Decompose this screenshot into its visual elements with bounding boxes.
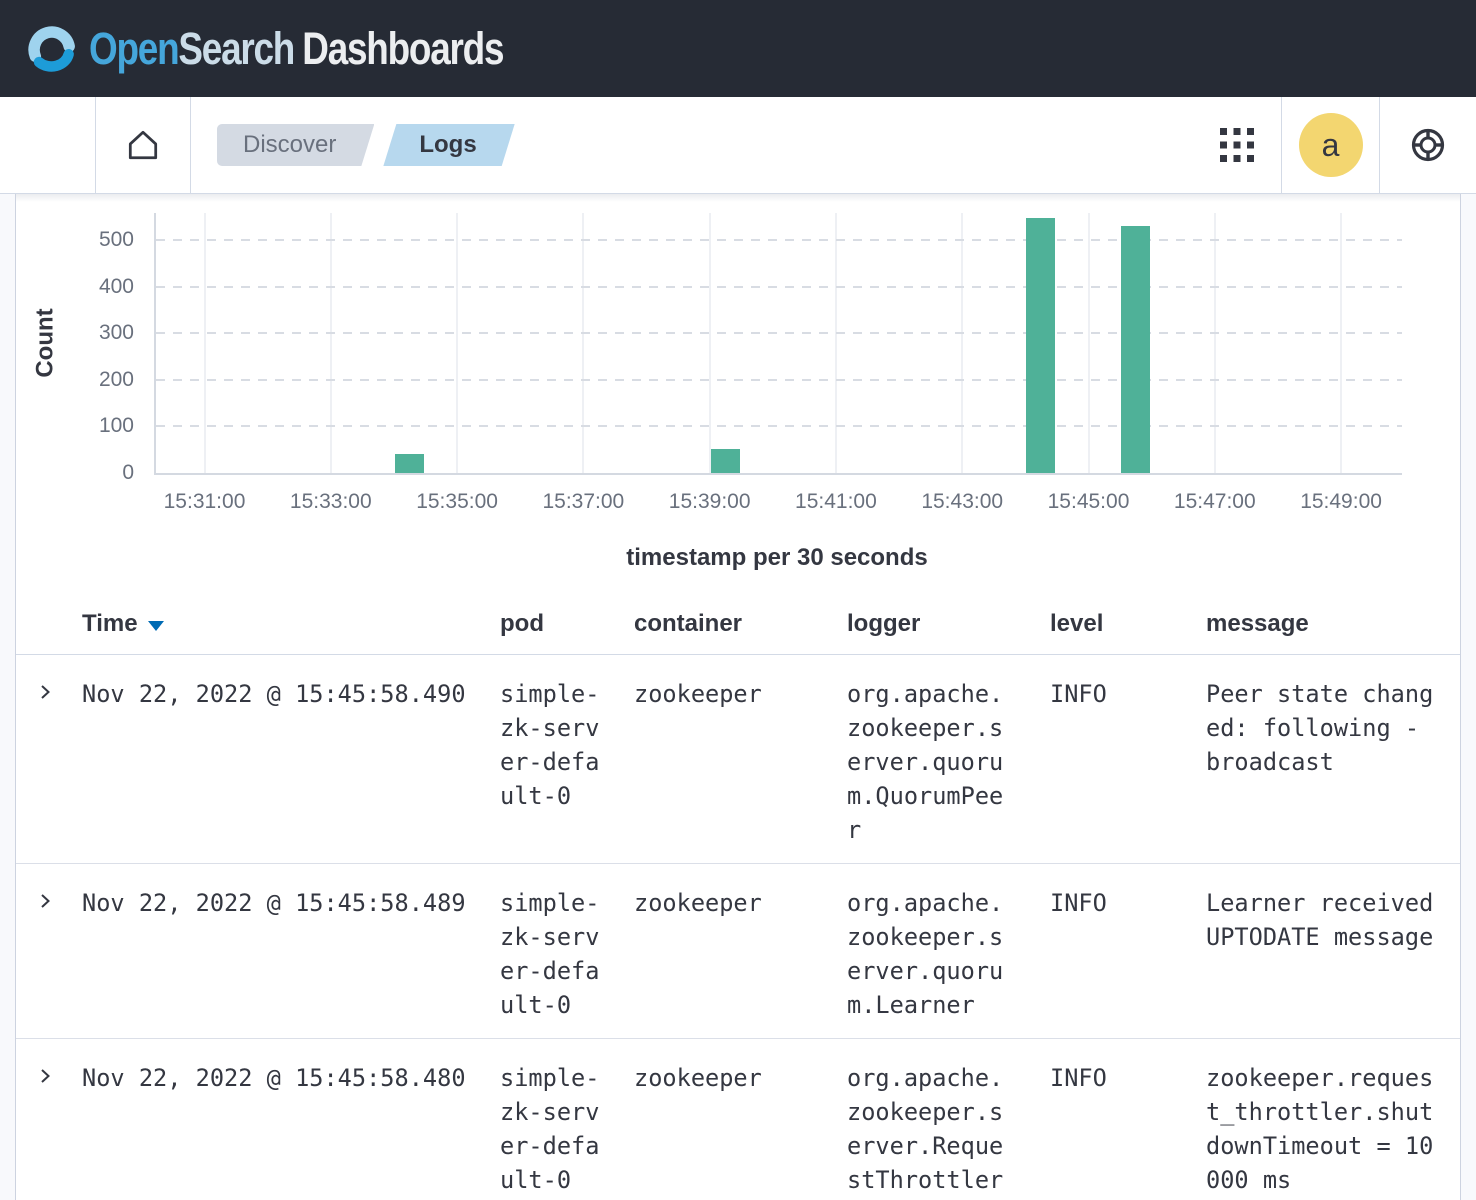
cell-container: zookeeper	[634, 886, 847, 1022]
histogram-bar[interactable]	[1121, 226, 1150, 473]
histogram-bar[interactable]	[395, 454, 424, 473]
column-header-container[interactable]: container	[634, 610, 847, 638]
gridline-x	[961, 213, 963, 473]
gridline-y	[156, 379, 1402, 381]
sort-desc-icon	[148, 621, 164, 631]
expand-row-icon[interactable]	[35, 1066, 55, 1086]
nav-bar: Discover Logs a	[0, 97, 1476, 194]
x-tick-label: 15:41:00	[766, 490, 906, 514]
gridline-x	[1214, 213, 1216, 473]
apps-menu-button[interactable]	[1192, 97, 1281, 193]
help-button[interactable]	[1380, 97, 1476, 193]
gridline-y	[156, 286, 1402, 288]
discover-panel: Count timestamp per 30 seconds 15:31:001…	[15, 194, 1461, 1200]
table-row: Nov 22, 2022 @ 15:45:58.489 simple-zk-se…	[16, 864, 1460, 1039]
user-avatar[interactable]: a	[1299, 113, 1363, 177]
x-tick-label: 15:33:00	[261, 490, 401, 514]
documents-table: Time pod container logger level message …	[16, 594, 1460, 1200]
expand-row-icon[interactable]	[35, 682, 55, 702]
cell-pod: simple-zk-server-default-0	[500, 1061, 601, 1197]
gridline-x	[582, 213, 584, 473]
home-button[interactable]	[96, 97, 190, 193]
table-header-row: Time pod container logger level message	[16, 594, 1460, 655]
breadcrumb: Discover Logs	[191, 97, 1192, 193]
cell-container: zookeeper	[634, 1061, 847, 1197]
cell-message: Peer state changed: following - broadcas…	[1206, 677, 1435, 779]
y-tick-label: 100	[16, 414, 134, 438]
x-tick-label: 15:45:00	[1019, 490, 1159, 514]
gridline-x	[1340, 213, 1342, 473]
breadcrumb-logs[interactable]: Logs	[383, 124, 514, 166]
logo-open: Open	[89, 23, 178, 74]
x-tick-label: 15:43:00	[892, 490, 1032, 514]
cell-logger: org.apache.zookeeper.server.quorum.Quoru…	[847, 677, 1005, 847]
gridline-x	[709, 213, 711, 473]
cell-level: INFO	[1050, 886, 1206, 1022]
cell-pod: simple-zk-server-default-0	[500, 886, 601, 1022]
home-icon	[125, 127, 161, 163]
y-tick-label: 0	[16, 461, 134, 485]
apps-grid-icon	[1220, 128, 1254, 162]
x-tick-label: 15:31:00	[135, 490, 275, 514]
logo-dashboards: Dashboards	[302, 23, 503, 74]
column-header-level[interactable]: level	[1050, 610, 1206, 638]
table-row: Nov 22, 2022 @ 15:45:58.490 simple-zk-se…	[16, 655, 1460, 864]
column-header-logger[interactable]: logger	[847, 610, 1050, 638]
gridline-x	[204, 213, 206, 473]
cell-message: Learner received UPTODATE message	[1206, 886, 1435, 954]
column-header-message[interactable]: message	[1206, 610, 1460, 638]
gridline-x	[330, 213, 332, 473]
y-axis-line	[154, 213, 156, 475]
cell-container: zookeeper	[634, 677, 847, 847]
x-tick-label: 15:35:00	[387, 490, 527, 514]
histogram-bar[interactable]	[1026, 218, 1055, 473]
gridline-x	[1088, 213, 1090, 473]
y-tick-label: 300	[16, 321, 134, 345]
column-header-pod[interactable]: pod	[500, 610, 634, 638]
avatar-initial: a	[1322, 127, 1340, 164]
cell-time: Nov 22, 2022 @ 15:45:58.480	[82, 1061, 500, 1197]
cell-time: Nov 22, 2022 @ 15:45:58.489	[82, 886, 500, 1022]
app-title: OpenSearchDashboards	[89, 23, 503, 75]
cell-message: zookeeper.request_throttler.shutdownTime…	[1206, 1061, 1435, 1197]
cell-level: INFO	[1050, 1061, 1206, 1197]
y-tick-label: 200	[16, 368, 134, 392]
cell-level: INFO	[1050, 677, 1206, 847]
x-tick-label: 15:47:00	[1145, 490, 1285, 514]
logo-search: Search	[178, 23, 294, 74]
y-tick-label: 400	[16, 275, 134, 299]
x-tick-label: 15:37:00	[513, 490, 653, 514]
x-tick-label: 15:49:00	[1271, 490, 1411, 514]
gridline-y	[156, 425, 1402, 427]
opensearch-logo-icon	[27, 24, 77, 74]
breadcrumb-discover[interactable]: Discover	[217, 124, 374, 166]
gridline-x	[456, 213, 458, 473]
histogram-bar[interactable]	[711, 449, 740, 473]
gridline-y	[156, 332, 1402, 334]
help-icon	[1408, 125, 1448, 165]
cell-logger: org.apache.zookeeper.server.RequestThrot…	[847, 1061, 1005, 1197]
gridline-x	[835, 213, 837, 473]
histogram: Count timestamp per 30 seconds 15:31:001…	[16, 194, 1460, 594]
app-header: OpenSearchDashboards	[0, 0, 1476, 97]
expand-row-icon[interactable]	[35, 891, 55, 911]
cell-time: Nov 22, 2022 @ 15:45:58.490	[82, 677, 500, 847]
column-header-time[interactable]: Time	[82, 610, 500, 638]
breadcrumb-label: Discover	[243, 131, 336, 159]
x-axis-title: timestamp per 30 seconds	[154, 544, 1400, 572]
breadcrumb-label: Logs	[419, 131, 476, 159]
cell-pod: simple-zk-server-default-0	[500, 677, 601, 813]
x-axis-line	[154, 473, 1402, 475]
x-tick-label: 15:39:00	[640, 490, 780, 514]
y-tick-label: 500	[16, 228, 134, 252]
cell-logger: org.apache.zookeeper.server.quorum.Learn…	[847, 886, 1005, 1022]
table-row: Nov 22, 2022 @ 15:45:58.480 simple-zk-se…	[16, 1039, 1460, 1200]
gridline-y	[156, 239, 1402, 241]
